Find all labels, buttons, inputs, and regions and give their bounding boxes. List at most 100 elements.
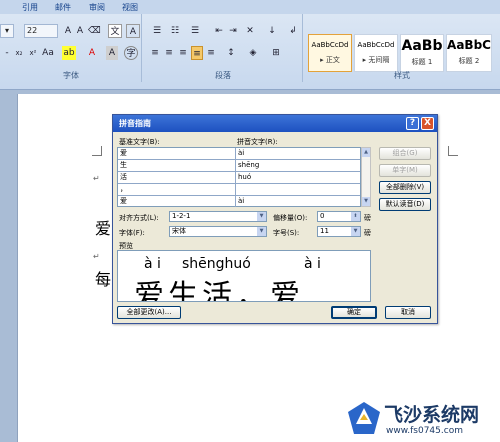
char-border-icon[interactable]: A [126, 24, 140, 38]
base-cell[interactable]: 爱 [118, 148, 236, 159]
offset-unit: 磅 [364, 214, 371, 222]
bullets-icon[interactable]: ☰ [149, 24, 165, 38]
spinner-icon[interactable]: ⬍ [351, 212, 360, 221]
font-name-dropdown[interactable]: ▾ [0, 24, 14, 38]
pinyin-cell[interactable]: ài [236, 196, 360, 207]
show-marks-icon[interactable]: ↲ [287, 24, 299, 38]
font-color-icon[interactable]: A [86, 46, 98, 60]
borders-icon[interactable]: ⊞ [267, 46, 285, 60]
change-case-icon[interactable]: Aa [42, 46, 54, 60]
preview-text: 爱生活，爱 [134, 279, 304, 302]
preview-box: à i shēnghuó à i 爱生活，爱 [117, 250, 371, 302]
font-group-label: 字体 [63, 71, 79, 80]
base-cell[interactable]: ， [118, 184, 236, 195]
base-cell[interactable]: 活 [118, 172, 236, 183]
offset-stepper[interactable]: 0 ⬍ [317, 211, 361, 222]
style-no-spacing-sample: AaBbCcDd [357, 41, 395, 49]
highlight-icon[interactable]: ab [62, 46, 76, 60]
tab-mailings[interactable]: 邮件 [55, 2, 71, 13]
table-row: 生 shēng [118, 160, 360, 172]
style-normal[interactable]: AaBbCcDd ▸ 正文 [308, 34, 352, 72]
table-row: 爱 ài [118, 148, 360, 160]
numbering-icon[interactable]: ☷ [167, 24, 183, 38]
alignment-select[interactable]: 1-2-1 ▼ [169, 211, 267, 222]
line-spacing-icon[interactable]: ↕ [223, 46, 239, 60]
dialog-title: 拼音指南 [119, 119, 151, 128]
phonetic-guide-dialog: 拼音指南 ? X 基准文字(B): 拼音文字(R): 爱 ài 生 shēng … [112, 114, 438, 324]
tab-view[interactable]: 视图 [122, 2, 138, 13]
style-heading-1-name: 标题 1 [411, 58, 433, 66]
help-button[interactable]: ? [406, 117, 419, 130]
watermark-logo [348, 402, 380, 434]
font-size-combo[interactable]: 22 [24, 24, 58, 38]
table-row: 活 huó [118, 172, 360, 184]
style-heading-1[interactable]: AaBb 标题 1 [400, 34, 444, 72]
grow-font-icon[interactable]: A [62, 24, 74, 38]
chevron-down-icon[interactable]: ▼ [351, 227, 360, 236]
chinese-layout-icon[interactable]: ✕ [243, 24, 257, 38]
alignment-value: 1-2-1 [172, 212, 191, 220]
cancel-button[interactable]: 取消 [385, 306, 431, 319]
distributed-icon[interactable]: ≡ [205, 46, 217, 60]
close-button[interactable]: X [421, 117, 434, 130]
base-cell[interactable]: 爱 [118, 196, 236, 207]
table-row: ， [118, 184, 360, 196]
style-normal-name: ▸ 正文 [320, 56, 340, 64]
font-value: 宋体 [172, 227, 186, 235]
enclose-char-icon[interactable]: 字 [124, 46, 138, 60]
paragraph-mark: ↵ [93, 174, 100, 183]
site-watermark: 飞沙系统网 www.fs0745.com [342, 396, 500, 442]
style-heading-2-sample: AaBbC [447, 38, 491, 52]
increase-indent-icon[interactable]: ⇥ [227, 24, 239, 38]
multilevel-list-icon[interactable]: ☰ [187, 24, 203, 38]
style-heading-2[interactable]: AaBbC 标题 2 [446, 34, 492, 72]
clear-all-button[interactable]: 全部删除(V) [379, 181, 431, 194]
font-select[interactable]: 宋体 ▼ [169, 226, 267, 237]
ok-button[interactable]: 确定 [331, 306, 377, 319]
size-value: 11 [320, 227, 329, 235]
phonetic-guide-icon[interactable]: 文 [108, 24, 122, 38]
justify-icon[interactable]: ≡ [191, 46, 203, 60]
combine-button[interactable]: 组合(G) [379, 147, 431, 160]
chevron-down-icon[interactable]: ▼ [257, 227, 266, 236]
sort-icon[interactable]: ↓ [265, 24, 279, 38]
size-select[interactable]: 11 ▼ [317, 226, 361, 237]
align-left-icon[interactable]: ≡ [149, 46, 161, 60]
offset-value: 0 [320, 212, 325, 220]
tab-review[interactable]: 审阅 [89, 2, 105, 13]
superscript-icon[interactable]: x² [28, 46, 38, 60]
char-shading-icon[interactable]: A [106, 46, 118, 60]
pinyin-cell[interactable]: shēng [236, 160, 360, 171]
chevron-down-icon[interactable]: ▼ [257, 212, 266, 221]
style-no-spacing-name: ▸ 无间隔 [362, 56, 390, 64]
base-cell[interactable]: 生 [118, 160, 236, 171]
clear-format-icon[interactable]: ⌫ [88, 24, 101, 38]
pinyin-cell[interactable] [236, 184, 360, 195]
pinyin-cell[interactable]: ài [236, 148, 360, 159]
scroll-up-icon[interactable]: ▲ [362, 148, 370, 157]
style-no-spacing[interactable]: AaBbCcDd ▸ 无间隔 [354, 34, 398, 72]
preview-pinyin-3: à i [304, 256, 321, 272]
preview-pinyin-2: shēnghuó [182, 256, 251, 272]
tab-references[interactable]: 引用 [22, 2, 38, 13]
shrink-font-icon[interactable]: A [74, 24, 86, 38]
grid-scrollbar[interactable]: ▲ ▼ [361, 147, 371, 207]
table-row: 爱 ài [118, 196, 360, 208]
scroll-down-icon[interactable]: ▼ [362, 197, 370, 206]
subscript-icon[interactable]: x₂ [14, 46, 24, 60]
default-reading-button[interactable]: 默认读音(D) [379, 198, 431, 211]
pinyin-cell[interactable]: huó [236, 172, 360, 183]
align-right-icon[interactable]: ≡ [177, 46, 189, 60]
dialog-titlebar[interactable]: 拼音指南 ? X [113, 115, 437, 132]
decrease-indent-icon[interactable]: ⇤ [213, 24, 225, 38]
align-center-icon[interactable]: ≡ [163, 46, 175, 60]
strikethrough-icon[interactable]: - [2, 46, 12, 60]
change-all-button[interactable]: 全部更改(A)... [117, 306, 181, 319]
watermark-url: www.fs0745.com [386, 426, 463, 436]
doc-text-line-1: 爱 [95, 219, 112, 238]
style-heading-1-sample: AaBb [401, 38, 443, 54]
paragraph-group-label: 段落 [215, 71, 231, 80]
shading-icon[interactable]: ◈ [245, 46, 261, 60]
phonetic-grid: 爱 ài 生 shēng 活 huó ， 爱 ài [117, 147, 361, 207]
single-char-button[interactable]: 单字(M) [379, 164, 431, 177]
